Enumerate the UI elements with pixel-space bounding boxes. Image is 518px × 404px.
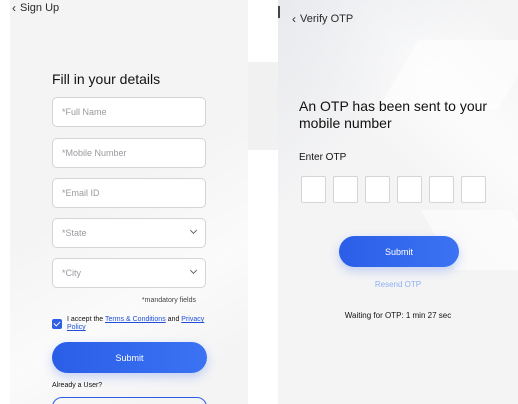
- submit-button-otp[interactable]: Submit: [339, 236, 459, 267]
- signup-screen: ‹ Sign Up Fill in your details *mandator…: [0, 0, 248, 404]
- mobile-number-field[interactable]: [52, 138, 206, 168]
- terms-checkbox[interactable]: [52, 319, 62, 329]
- background-divider: [248, 62, 278, 150]
- otp-digit-3[interactable]: [365, 176, 390, 203]
- back-label: Verify OTP: [300, 13, 354, 25]
- state-select[interactable]: [52, 218, 206, 248]
- otp-digit-4[interactable]: [397, 176, 422, 203]
- otp-digit-1[interactable]: [301, 176, 326, 203]
- login-button[interactable]: [52, 397, 207, 404]
- verify-otp-screen: ‹ Verify OTP An OTP has been sent to you…: [278, 0, 518, 404]
- otp-title: An OTP has been sent to your mobile numb…: [299, 98, 488, 131]
- otp-input-group: [301, 176, 486, 203]
- resend-otp-link[interactable]: Resend OTP: [278, 280, 518, 289]
- chevron-left-icon: ‹: [12, 1, 16, 15]
- full-name-input[interactable]: [62, 107, 205, 117]
- otp-timer-text: Waiting for OTP: 1 min 27 sec: [344, 311, 452, 320]
- page-title: Fill in your details: [52, 71, 161, 87]
- mobile-number-input[interactable]: [62, 148, 205, 158]
- city-input[interactable]: [62, 268, 205, 278]
- terms-consent: I accept the Terms & Conditions and Priv…: [52, 316, 210, 332]
- status-edge: [278, 6, 280, 18]
- enter-otp-label: Enter OTP: [299, 152, 347, 163]
- state-input[interactable]: [62, 228, 205, 238]
- submit-button-signup[interactable]: Submit: [52, 342, 207, 373]
- email-field[interactable]: [52, 178, 206, 208]
- terms-text: I accept the Terms & Conditions and Priv…: [67, 316, 210, 332]
- mandatory-note: *mandatory fields: [141, 297, 196, 304]
- city-select[interactable]: [52, 258, 206, 288]
- otp-digit-5[interactable]: [429, 176, 454, 203]
- already-user-label: Already a User?: [52, 382, 103, 389]
- otp-digit-6[interactable]: [461, 176, 486, 203]
- terms-middle: and: [165, 316, 182, 323]
- otp-digit-2[interactable]: [333, 176, 358, 203]
- back-button-otp[interactable]: ‹ Verify OTP: [292, 13, 353, 25]
- full-name-field[interactable]: [52, 97, 206, 127]
- terms-link[interactable]: Terms & Conditions: [105, 316, 166, 323]
- terms-prefix: I accept the: [67, 316, 106, 323]
- back-button-signup[interactable]: ‹ Sign Up: [12, 2, 59, 14]
- email-input[interactable]: [62, 188, 205, 198]
- back-label: Sign Up: [20, 2, 60, 14]
- chevron-left-icon: ‹: [292, 12, 296, 26]
